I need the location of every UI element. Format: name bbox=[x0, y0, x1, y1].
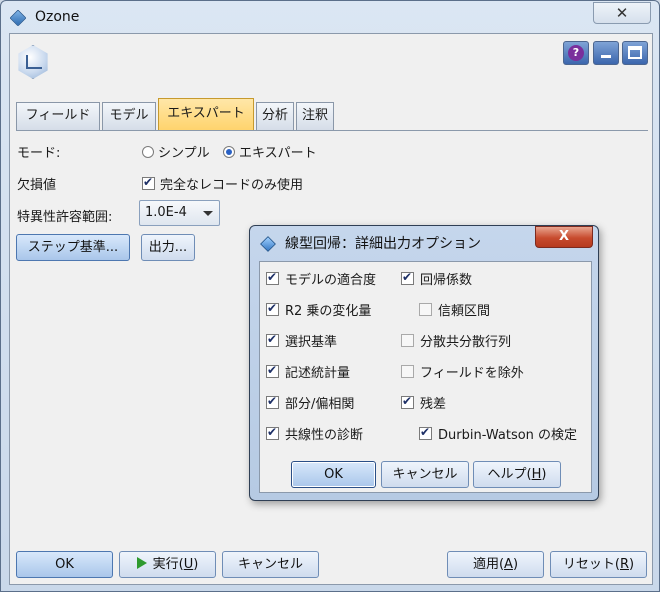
output-button[interactable]: 出力... bbox=[141, 234, 195, 261]
tab-annotations[interactable]: 注釈 bbox=[296, 102, 334, 130]
run-suffix: ) bbox=[193, 557, 199, 572]
checkbox-checked-icon bbox=[142, 175, 155, 190]
checkbox-checked-icon bbox=[266, 270, 279, 285]
checkbox-checked-icon bbox=[266, 363, 279, 378]
apply-key: A bbox=[504, 557, 513, 572]
opt-excluded-fields-label: フィールドを除外 bbox=[420, 366, 524, 381]
cancel-button[interactable]: キャンセル bbox=[222, 551, 319, 578]
checkbox-checked-icon bbox=[266, 301, 279, 316]
apply-label: 適用( bbox=[472, 557, 505, 572]
dialog-help-label: ヘルプ( bbox=[487, 467, 532, 482]
opt-part-partial-corr-label: 部分/偏相関 bbox=[285, 397, 355, 412]
apply-suffix: ) bbox=[512, 557, 519, 572]
maximize-button[interactable] bbox=[622, 41, 648, 65]
singularity-combo[interactable]: 1.0E-4 bbox=[139, 200, 220, 226]
opt-coefficients[interactable]: 回帰係数 bbox=[401, 269, 472, 288]
reset-key: R bbox=[619, 557, 630, 572]
opt-part-partial-corr[interactable]: 部分/偏相関 bbox=[266, 393, 354, 412]
tab-divider bbox=[16, 130, 648, 131]
window-title: Ozone bbox=[35, 9, 80, 25]
opt-covariance-matrix-label: 分散共分散行列 bbox=[420, 335, 512, 350]
opt-residuals-label: 残差 bbox=[420, 397, 447, 412]
mode-expert-radio[interactable]: エキスパート bbox=[223, 142, 317, 161]
dialog-help-key: H bbox=[531, 467, 542, 482]
checkbox-checked-icon bbox=[401, 270, 414, 285]
checkbox-checked-icon bbox=[266, 394, 279, 409]
dialog-help-suffix: ) bbox=[541, 467, 547, 482]
opt-covariance-matrix[interactable]: 分散共分散行列 bbox=[401, 331, 511, 350]
tab-analysis[interactable]: 分析 bbox=[256, 102, 294, 130]
singularity-label: 特異性許容範囲: bbox=[17, 210, 113, 225]
regression-node-icon bbox=[18, 45, 48, 79]
opt-selection-criteria-label: 選択基準 bbox=[285, 335, 338, 350]
opt-descriptives[interactable]: 記述統計量 bbox=[266, 362, 350, 381]
dialog-body: モデルの適合度 R2 乗の変化量 選択基準 記述統計量 部分/偏相関 共線性の診… bbox=[259, 261, 592, 493]
singularity-value: 1.0E-4 bbox=[145, 205, 187, 220]
checkbox-unchecked-icon bbox=[401, 365, 414, 378]
help-button[interactable]: ? bbox=[563, 41, 589, 65]
opt-model-fit-label: モデルの適合度 bbox=[285, 273, 377, 288]
opt-r2-change[interactable]: R2 乗の変化量 bbox=[266, 300, 371, 319]
reset-button[interactable]: リセット(R) bbox=[550, 551, 647, 578]
opt-coefficients-label: 回帰係数 bbox=[420, 273, 473, 288]
opt-selection-criteria[interactable]: 選択基準 bbox=[266, 331, 337, 350]
opt-confidence-interval[interactable]: 信頼区間 bbox=[419, 300, 490, 319]
dialog-close-button[interactable]: X bbox=[535, 226, 593, 248]
checkbox-checked-icon bbox=[266, 332, 279, 347]
reset-suffix: ) bbox=[629, 557, 635, 572]
play-icon bbox=[136, 557, 147, 569]
checkbox-unchecked-icon bbox=[419, 303, 432, 316]
opt-descriptives-label: 記述統計量 bbox=[285, 366, 351, 381]
minimize-icon bbox=[601, 55, 611, 58]
complete-records-label: 完全なレコードのみ使用 bbox=[160, 178, 304, 193]
opt-collinearity[interactable]: 共線性の診断 bbox=[266, 424, 363, 443]
checkbox-checked-icon bbox=[266, 425, 279, 440]
apply-button[interactable]: 適用(A) bbox=[447, 551, 544, 578]
ok-button[interactable]: OK bbox=[16, 551, 113, 578]
dialog-cancel-button[interactable]: キャンセル bbox=[381, 461, 469, 488]
app-icon bbox=[9, 9, 27, 27]
run-button[interactable]: 実行(U) bbox=[119, 551, 216, 578]
window-close-button[interactable]: ✕ bbox=[593, 2, 651, 24]
dialog-ok-button[interactable]: OK bbox=[291, 461, 376, 488]
radio-selected-icon bbox=[223, 145, 235, 158]
opt-residuals[interactable]: 残差 bbox=[401, 393, 446, 412]
opt-collinearity-label: 共線性の診断 bbox=[285, 428, 364, 443]
title-bar: Ozone ✕ bbox=[1, 1, 659, 33]
tab-fields[interactable]: フィールド bbox=[16, 102, 100, 130]
help-icon: ? bbox=[568, 45, 584, 61]
tab-model[interactable]: モデル bbox=[102, 102, 156, 130]
mode-label: モード: bbox=[17, 146, 61, 161]
mode-expert-label: エキスパート bbox=[239, 146, 317, 161]
opt-model-fit[interactable]: モデルの適合度 bbox=[266, 269, 376, 288]
checkbox-unchecked-icon bbox=[401, 334, 414, 347]
complete-records-checkbox[interactable]: 完全なレコードのみ使用 bbox=[142, 174, 303, 193]
mode-simple-radio[interactable]: シンプル bbox=[142, 142, 210, 161]
radio-icon bbox=[142, 145, 154, 158]
dialog-help-button[interactable]: ヘルプ(H) bbox=[473, 461, 561, 488]
opt-excluded-fields[interactable]: フィールドを除外 bbox=[401, 362, 524, 381]
dialog-app-icon bbox=[260, 236, 276, 252]
run-label: 実行( bbox=[152, 557, 184, 572]
checkbox-checked-icon bbox=[419, 425, 432, 440]
advanced-output-dialog: 線型回帰：詳細出力オプション X モデルの適合度 R2 乗の変化量 選択基準 記… bbox=[249, 225, 599, 501]
opt-confidence-interval-label: 信頼区間 bbox=[438, 304, 491, 319]
mode-simple-label: シンプル bbox=[158, 146, 210, 161]
minimize-button[interactable] bbox=[593, 41, 619, 65]
dialog-title: 線型回帰：詳細出力オプション bbox=[285, 236, 481, 252]
chevron-down-icon bbox=[203, 211, 213, 216]
missing-values-label: 欠損値 bbox=[17, 178, 57, 193]
reset-label: リセット( bbox=[562, 557, 620, 572]
opt-durbin-watson-label: Durbin-Watson の検定 bbox=[438, 428, 578, 443]
maximize-icon bbox=[628, 46, 642, 59]
checkbox-checked-icon bbox=[401, 394, 414, 409]
tab-expert[interactable]: エキスパート bbox=[158, 98, 254, 131]
opt-durbin-watson[interactable]: Durbin-Watson の検定 bbox=[419, 424, 577, 443]
opt-r2-change-label: R2 乗の変化量 bbox=[285, 304, 372, 319]
stepping-button[interactable]: ステップ基準... bbox=[16, 234, 130, 261]
run-key: U bbox=[183, 557, 194, 572]
